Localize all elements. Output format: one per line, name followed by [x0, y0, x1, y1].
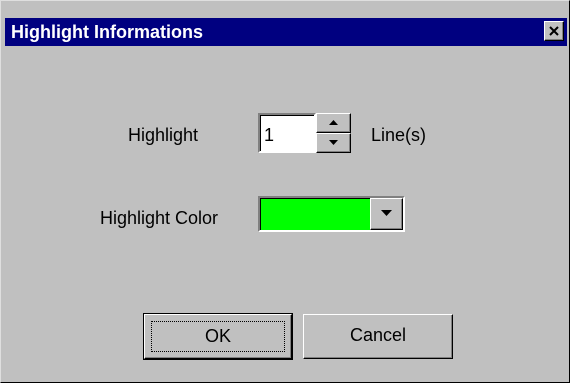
- chevron-down-icon: [381, 210, 392, 216]
- highlight-color-select[interactable]: [258, 196, 405, 232]
- ok-button-label: OK: [151, 321, 285, 352]
- highlight-color-label: Highlight Color: [100, 208, 219, 228]
- title-bar: Highlight Informations: [5, 18, 567, 46]
- spin-down-button[interactable]: [316, 133, 351, 153]
- color-dropdown-button[interactable]: [370, 198, 403, 230]
- spin-up-arrow-icon: [329, 120, 338, 125]
- spin-up-button[interactable]: [316, 113, 351, 133]
- highlight-informations-dialog: Highlight Informations Highlight Line(s)…: [0, 0, 570, 383]
- close-button[interactable]: [544, 21, 564, 41]
- highlight-lines-input[interactable]: [258, 113, 316, 153]
- highlight-label: Highlight: [128, 125, 199, 145]
- window-title: Highlight Informations: [11, 22, 203, 42]
- lines-unit-label: Line(s): [371, 125, 427, 145]
- close-icon: [549, 26, 559, 36]
- color-swatch: [261, 199, 370, 229]
- cancel-button[interactable]: Cancel: [303, 314, 453, 359]
- ok-button[interactable]: OK: [143, 313, 293, 360]
- spin-down-arrow-icon: [329, 140, 338, 145]
- highlight-spinner: [316, 113, 351, 153]
